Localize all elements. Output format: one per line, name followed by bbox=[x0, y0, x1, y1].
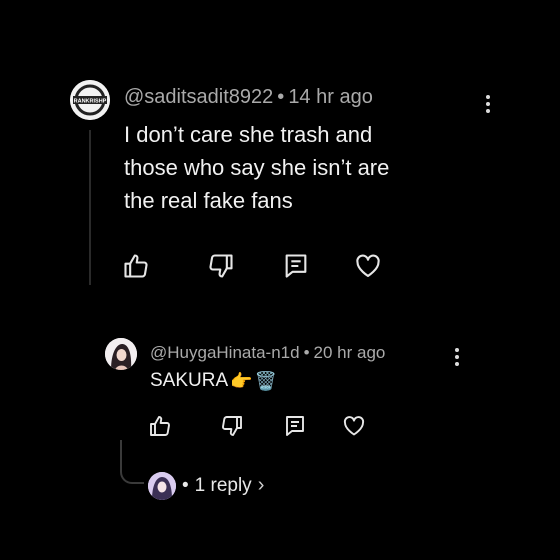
reply-meta: @HuygaHinata-n1d • 20 hr ago bbox=[150, 343, 385, 363]
reply-icon[interactable] bbox=[283, 414, 307, 438]
reply-text: SAKURA 👉 🗑️ bbox=[150, 370, 277, 392]
heart-icon[interactable] bbox=[354, 252, 382, 280]
thread-line bbox=[89, 130, 91, 285]
dislike-icon[interactable] bbox=[220, 414, 244, 438]
replier-avatar bbox=[148, 472, 176, 500]
meta-separator: • bbox=[303, 343, 310, 362]
more-icon[interactable] bbox=[455, 345, 459, 369]
dislike-icon[interactable] bbox=[207, 252, 235, 280]
more-icon[interactable] bbox=[486, 92, 490, 116]
comment-time: 14 hr ago bbox=[288, 86, 373, 108]
comment-username[interactable]: @saditsadit8922 bbox=[124, 86, 273, 108]
reply-time: 20 hr ago bbox=[313, 343, 386, 362]
comment-text-line: the real fake fans bbox=[124, 188, 293, 213]
comment-text-line: those who say she isn’t are bbox=[124, 155, 390, 180]
replies-separator: • bbox=[182, 474, 189, 496]
comment-text: I don’t care she trash and those who say… bbox=[124, 118, 464, 217]
replies-count-label: 1 reply bbox=[194, 474, 252, 496]
pointing-hand-emoji-icon: 👉 bbox=[230, 370, 253, 391]
comment-text-line: I don’t care she trash and bbox=[124, 122, 373, 147]
reply-icon[interactable] bbox=[282, 252, 310, 280]
like-icon[interactable] bbox=[148, 414, 172, 438]
like-icon[interactable] bbox=[122, 252, 150, 280]
reply-avatar[interactable] bbox=[105, 338, 137, 370]
reply-text-value: SAKURA bbox=[150, 370, 229, 391]
comment-meta: @saditsadit8922 • 14 hr ago bbox=[124, 86, 373, 109]
chevron-right-icon: › bbox=[257, 474, 265, 496]
wastebasket-emoji-icon: 🗑️ bbox=[254, 370, 277, 391]
view-replies-link[interactable]: • 1 reply › bbox=[182, 474, 264, 497]
reply-username[interactable]: @HuygaHinata-n1d bbox=[150, 343, 300, 362]
heart-icon[interactable] bbox=[342, 414, 366, 438]
reply-thread-connector bbox=[120, 440, 144, 484]
meta-separator: • bbox=[277, 86, 285, 108]
avatar-logo-text: RANKRISHP bbox=[74, 99, 107, 105]
commenter-avatar[interactable]: RANKRISHP bbox=[70, 80, 110, 120]
